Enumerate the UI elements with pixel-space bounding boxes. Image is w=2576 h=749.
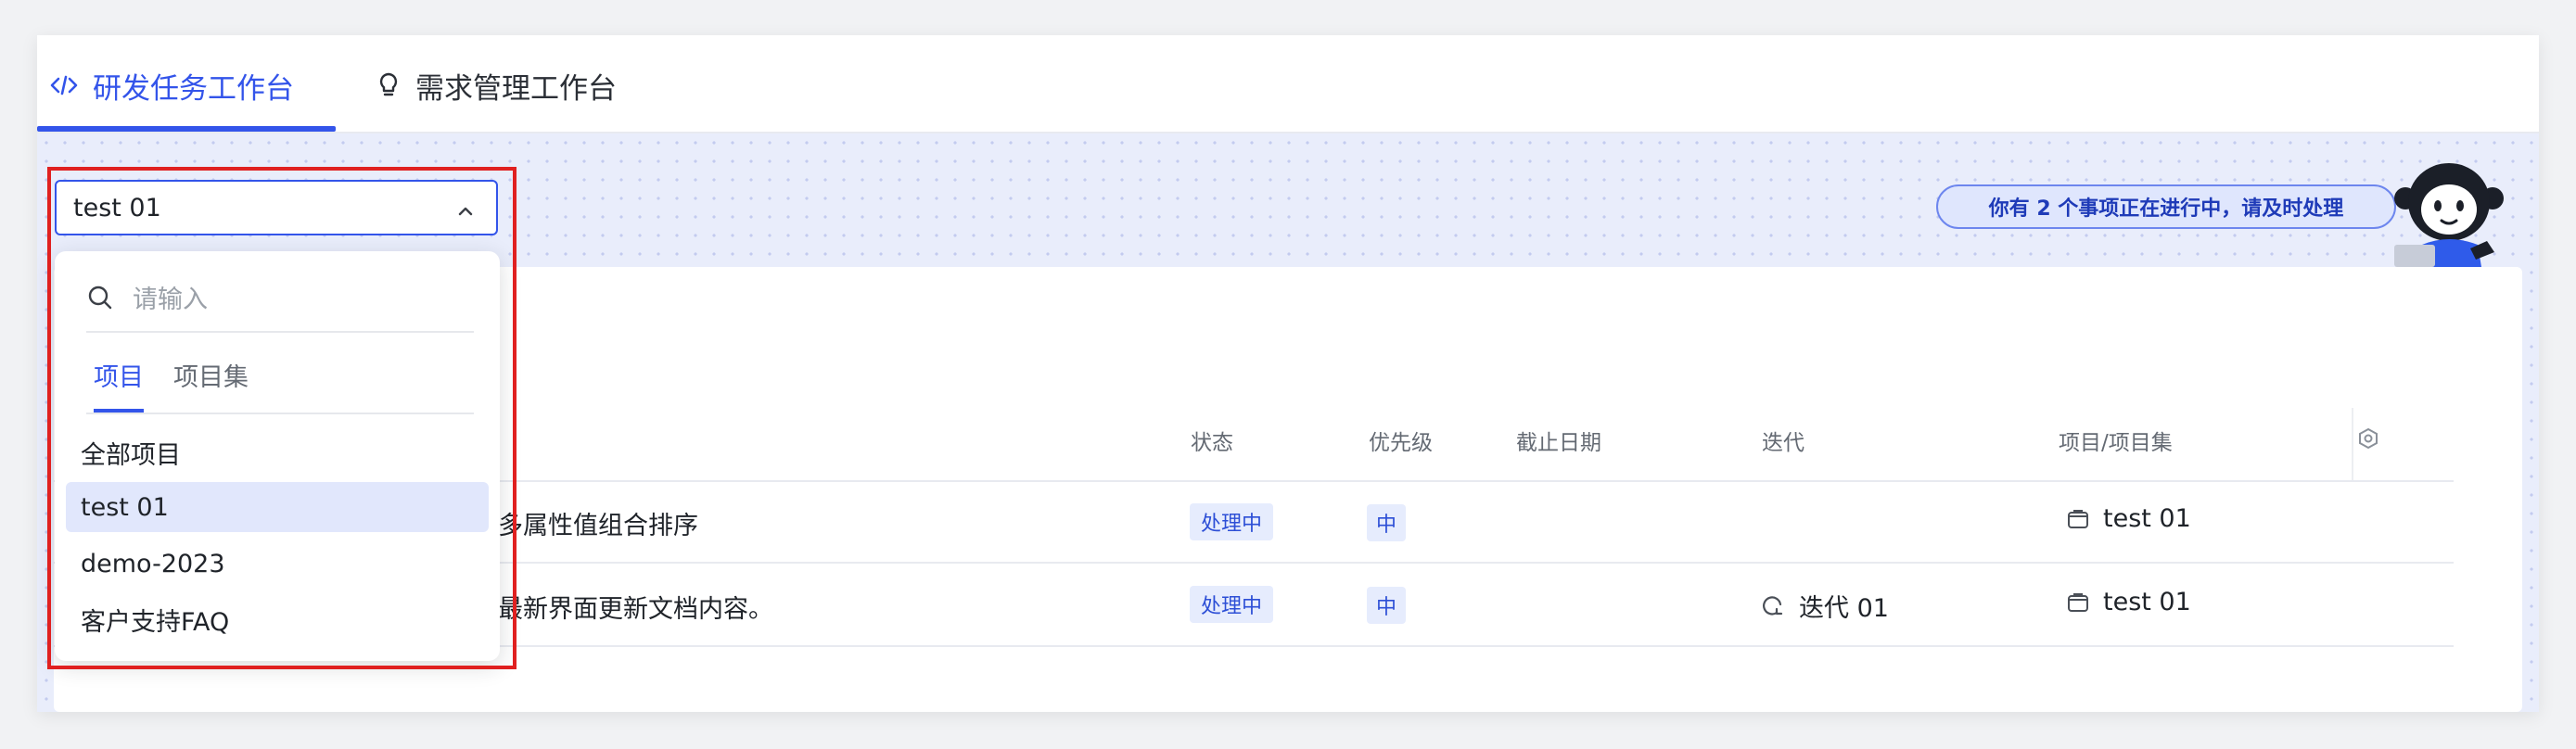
project-folder-icon (2068, 509, 2088, 528)
tab-dev-tasks[interactable]: 研发任务工作台 (50, 57, 294, 113)
tab-dev-tasks-label: 研发任务工作台 (93, 71, 294, 106)
in-progress-notice[interactable]: 你有 2 个事项正在进行中，请及时处理 (1936, 184, 2396, 229)
mascot-illustration (2391, 159, 2507, 271)
row-2-iteration-name: 迭代 01 (1799, 594, 1889, 623)
column-header-priority: 优先级 (1369, 431, 1433, 455)
workbench-window: 研发任务工作台 需求管理工作台 你有 2 个事项正在进行中，请及时处理 状态 优… (37, 35, 2539, 712)
row-1-project[interactable]: test 01 (2066, 504, 2191, 533)
column-header-iteration: 迭代 (1762, 431, 1804, 455)
workbench-tabbar: 研发任务工作台 需求管理工作台 (37, 35, 2539, 133)
tab-requirements[interactable]: 需求管理工作台 (376, 57, 617, 113)
iteration-cycle-icon (1763, 595, 1783, 616)
column-settings-icon[interactable] (2357, 427, 2379, 453)
highlight-box (47, 167, 516, 669)
column-header-project: 项目/项目集 (2059, 431, 2173, 455)
row-2-project-name: test 01 (2103, 588, 2191, 616)
row-1-priority-badge[interactable]: 中 (1367, 504, 1407, 541)
column-header-due-date: 截止日期 (1516, 431, 1601, 455)
row-1-status-badge[interactable]: 处理中 (1190, 503, 1274, 540)
in-progress-notice-text: 你有 2 个事项正在进行中，请及时处理 (1988, 197, 2344, 221)
row-2-status-badge[interactable]: 处理中 (1190, 586, 1274, 623)
row-2-iteration[interactable]: 迭代 01 (1760, 588, 1889, 624)
column-header-status: 状态 (1191, 431, 1233, 455)
code-icon (50, 74, 78, 96)
row-1-project-name: test 01 (2103, 504, 2191, 533)
lightbulb-icon (376, 71, 401, 99)
row-2-title[interactable]: 最新界面更新文档内容。 (498, 589, 773, 625)
active-tab-indicator (37, 126, 336, 132)
row-2-project[interactable]: test 01 (2066, 588, 2191, 616)
column-divider (2352, 408, 2353, 480)
project-folder-icon (2068, 592, 2088, 612)
row-1-title[interactable]: 多属性值组合排序 (498, 505, 698, 541)
tab-requirements-label: 需求管理工作台 (415, 71, 617, 106)
row-2-priority-badge[interactable]: 中 (1367, 587, 1407, 624)
